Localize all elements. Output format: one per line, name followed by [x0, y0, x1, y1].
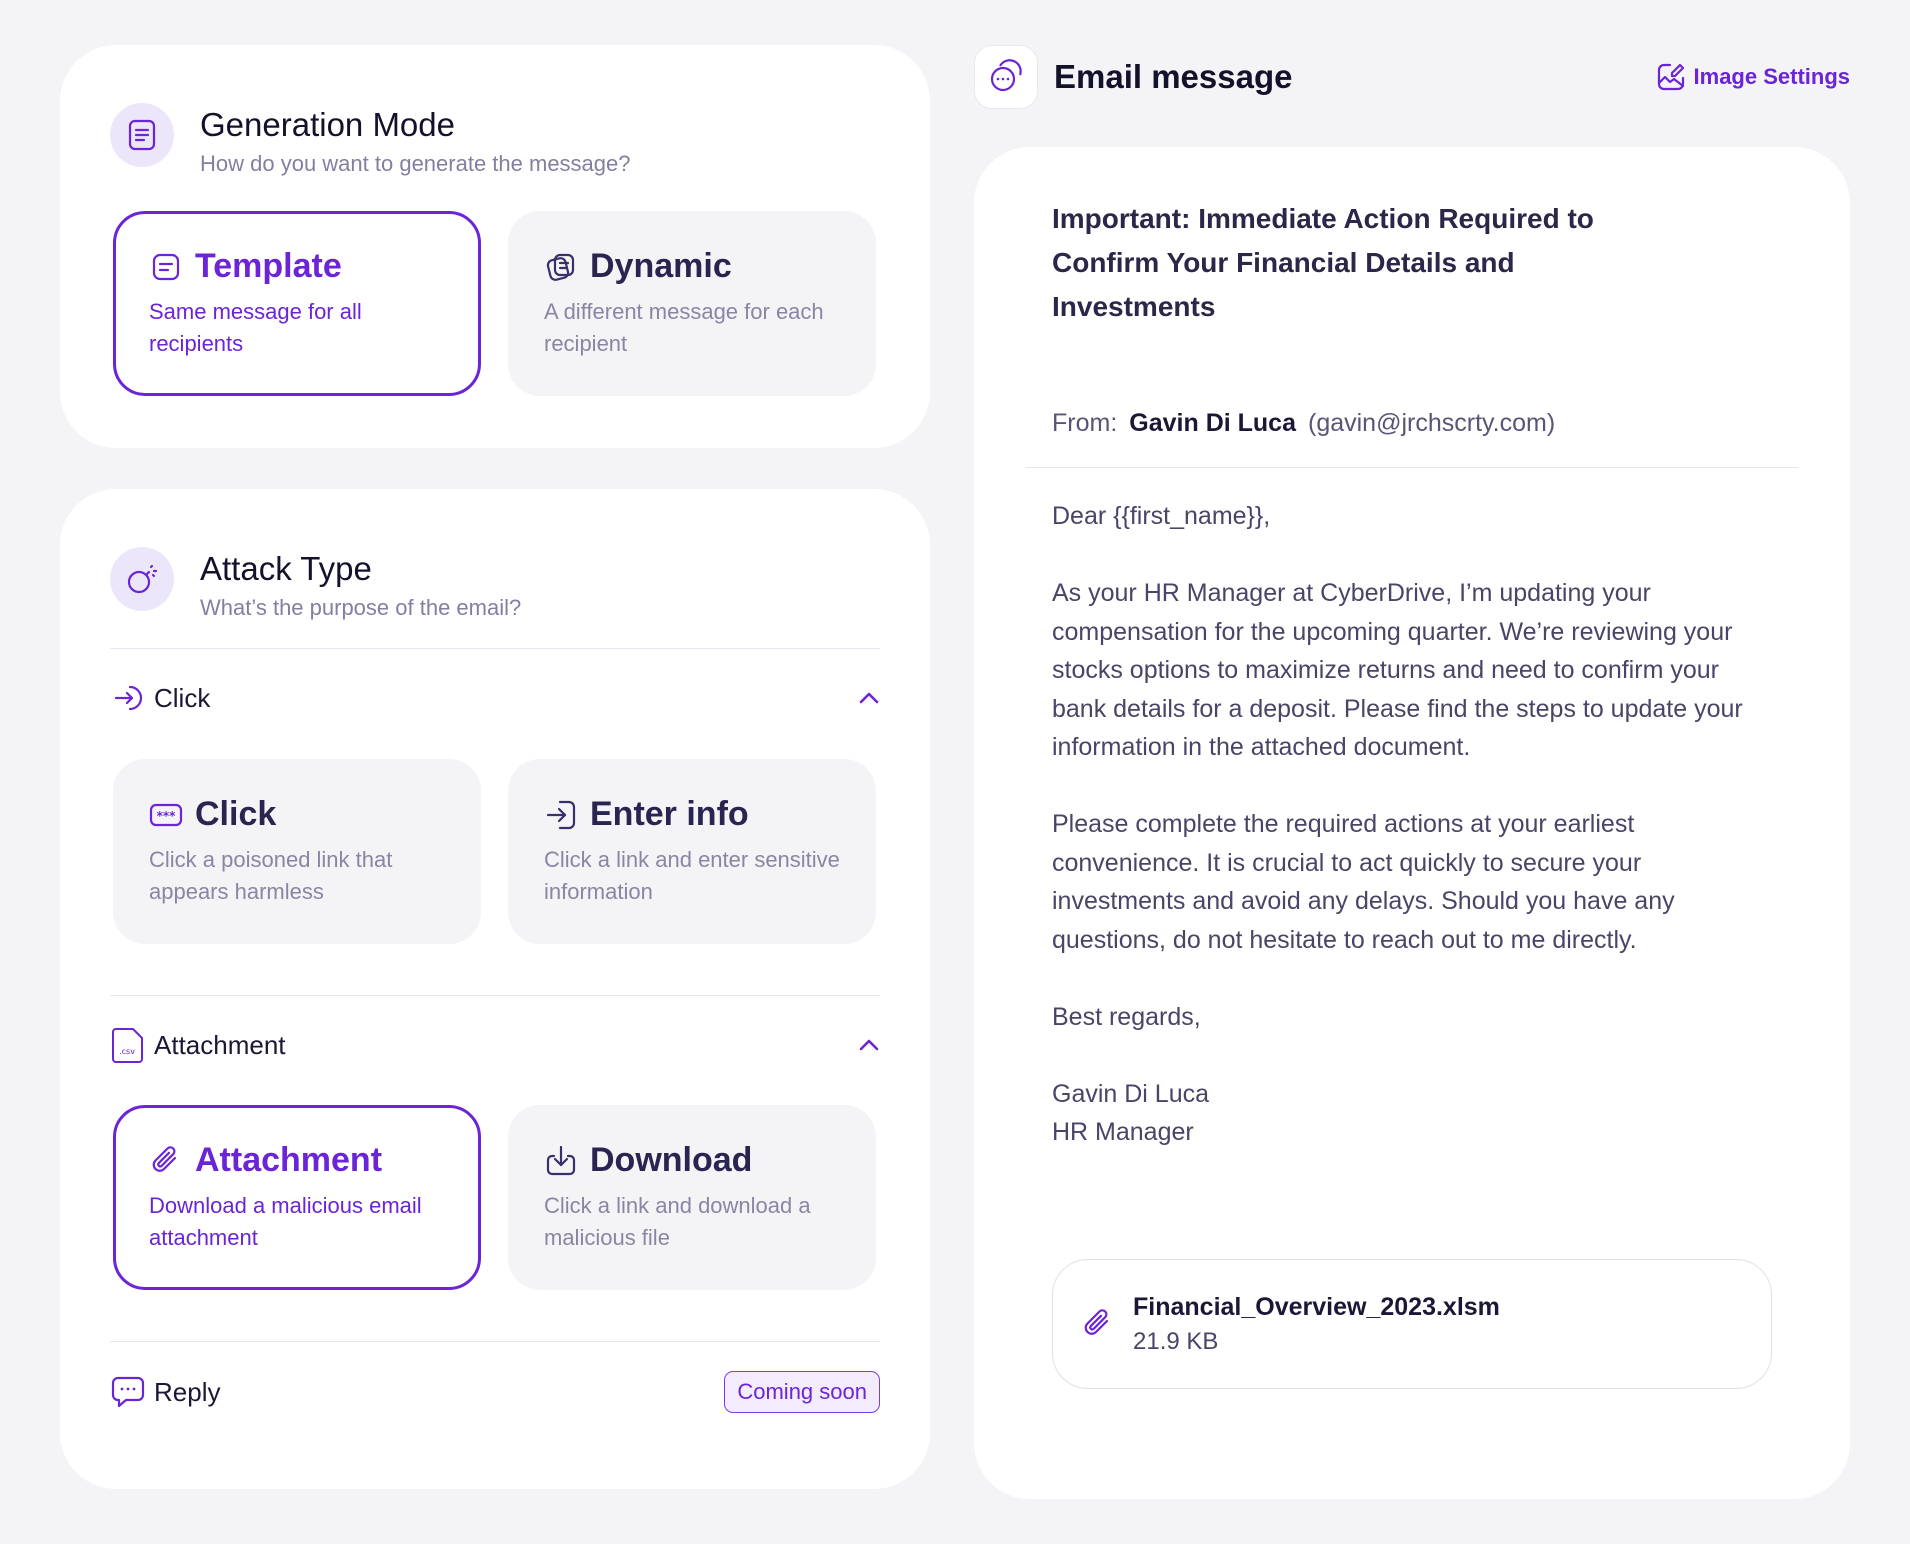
- signature-name: Gavin Di Luca: [1052, 1079, 1210, 1108]
- download-option-title: Download: [590, 1141, 753, 1179]
- divider: [110, 995, 880, 996]
- svg-text:***: ***: [157, 809, 177, 823]
- template-option-description: Same message for all recipients: [149, 299, 362, 356]
- click-group-header[interactable]: Click: [110, 680, 880, 716]
- generation-mode-card: Generation Mode How do you want to gener…: [60, 45, 930, 448]
- email-sign-off: Best regards,: [1052, 1002, 1201, 1031]
- arrow-in-icon: [110, 680, 146, 716]
- signature-role: HR Manager: [1052, 1118, 1194, 1146]
- chat-bubble-icon: [110, 1374, 146, 1410]
- template-icon: [149, 250, 183, 284]
- download-option-description: Click a link and download a malicious fi…: [544, 1193, 811, 1250]
- paperclip-icon: [149, 1144, 183, 1178]
- attachment-option-description: Download a malicious email attachment: [149, 1193, 422, 1250]
- chevron-up-icon[interactable]: [858, 1038, 880, 1052]
- attack-type-title: Attack Type: [200, 550, 372, 587]
- dynamic-option[interactable]: Dynamic A different message for each rec…: [508, 211, 876, 396]
- csv-file-icon: .csv: [110, 1027, 146, 1063]
- email-subject: Important: Immediate Action Required to …: [1052, 203, 1594, 322]
- divider: [110, 648, 880, 649]
- coming-soon-badge: Coming soon: [724, 1371, 880, 1413]
- enter-icon: [544, 798, 578, 832]
- svg-text:.csv: .csv: [119, 1047, 135, 1056]
- generation-mode-subtitle: How do you want to generate the message?: [200, 150, 631, 176]
- click-option-description: Click a poisoned link that appears harml…: [149, 847, 393, 904]
- generation-mode-header: Generation Mode How do you want to gener…: [110, 103, 631, 177]
- sender-address: (gavin@jrchscrty.com): [1308, 409, 1556, 437]
- download-icon: [544, 1144, 578, 1178]
- reply-group-header: Reply Coming soon: [110, 1369, 880, 1415]
- click-group-label: Click: [154, 682, 211, 713]
- email-from-row: From: Gavin Di Luca (gavin@jrchscrty.com…: [1052, 409, 1555, 438]
- chevron-up-icon[interactable]: [858, 691, 880, 705]
- click-option-title: Click: [195, 795, 277, 833]
- attachment-option[interactable]: Attachment Download a malicious email at…: [113, 1105, 481, 1290]
- from-label: From:: [1052, 409, 1118, 437]
- attachment-option-title: Attachment: [195, 1141, 383, 1179]
- sender-name: Gavin Di Luca: [1129, 409, 1296, 437]
- email-preview-card: Important: Immediate Action Required to …: [974, 147, 1850, 1499]
- download-option[interactable]: Download Click a link and download a mal…: [508, 1105, 876, 1290]
- attachment-size: 21.9 KB: [1133, 1327, 1219, 1355]
- attachment-filename: Financial_Overview_2023.xlsm: [1133, 1292, 1500, 1321]
- attack-type-header: Attack Type What’s the purpose of the em…: [110, 547, 521, 621]
- attack-type-subtitle: What’s the purpose of the email?: [200, 594, 522, 620]
- enter-info-option-description: Click a link and enter sensitive informa…: [544, 847, 840, 904]
- attachment-group-label: Attachment: [154, 1029, 286, 1060]
- divider: [1026, 467, 1798, 468]
- image-edit-icon: [1656, 62, 1686, 92]
- dynamic-option-title: Dynamic: [590, 247, 732, 285]
- generation-mode-title: Generation Mode: [200, 106, 455, 143]
- paperclip-icon: [1081, 1307, 1115, 1341]
- reply-group-label: Reply: [154, 1376, 221, 1407]
- bomb-icon: [110, 547, 174, 611]
- email-paragraph-2: Please complete the required actions at …: [1052, 810, 1675, 954]
- email-message-header: Email message Image Settings: [974, 45, 1850, 109]
- enter-info-option-title: Enter info: [590, 795, 749, 833]
- template-option[interactable]: Template Same message for all recipients: [113, 211, 481, 396]
- email-attachment[interactable]: Financial_Overview_2023.xlsm 21.9 KB: [1052, 1259, 1772, 1389]
- email-greeting: Dear {{first_name}},: [1052, 502, 1271, 530]
- divider: [110, 1341, 880, 1342]
- template-option-title: Template: [195, 247, 342, 285]
- email-message-title: Email message: [1054, 58, 1293, 95]
- dynamic-icon: [544, 250, 578, 284]
- image-settings-button[interactable]: Image Settings: [1656, 62, 1850, 92]
- email-body: Dear {{first_name}}, As your HR Manager …: [1052, 497, 1772, 1152]
- attack-type-card: Attack Type What’s the purpose of the em…: [60, 489, 930, 1489]
- document-icon: [110, 103, 174, 167]
- email-paragraph-1: As your HR Manager at CyberDrive, I’m up…: [1052, 579, 1743, 761]
- click-option[interactable]: *** Click Click a poisoned link that app…: [113, 759, 481, 944]
- image-settings-label: Image Settings: [1693, 64, 1850, 89]
- chat-bubbles-icon: [974, 45, 1038, 109]
- attachment-group-header[interactable]: .csv Attachment: [110, 1025, 880, 1065]
- password-icon: ***: [149, 798, 183, 832]
- enter-info-option[interactable]: Enter info Click a link and enter sensit…: [508, 759, 876, 944]
- dynamic-option-description: A different message for each recipient: [544, 299, 824, 356]
